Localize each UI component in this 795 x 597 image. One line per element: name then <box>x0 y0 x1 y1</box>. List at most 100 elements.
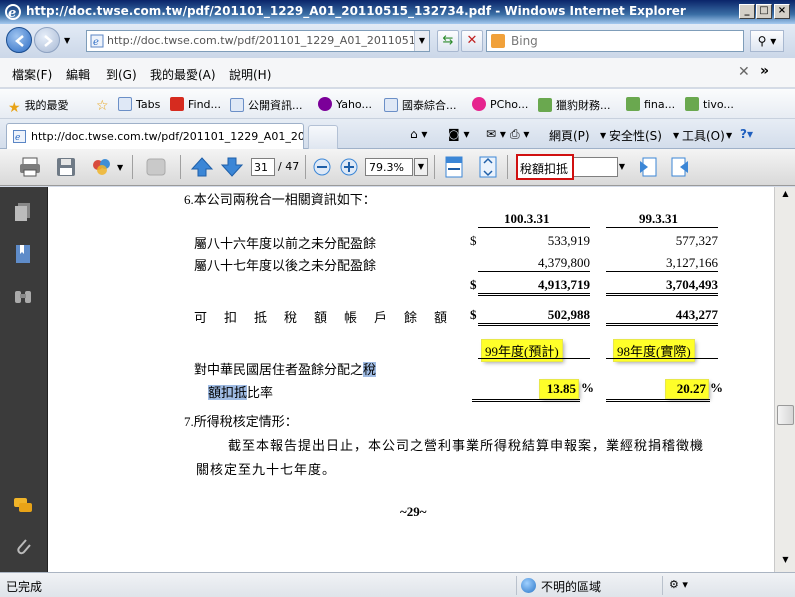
previous-page-icon[interactable] <box>190 155 214 179</box>
comments-icon[interactable] <box>12 495 34 517</box>
bookmarks-panel-icon[interactable] <box>12 243 34 265</box>
page-number-input[interactable]: 31 <box>251 158 275 176</box>
find-next-icon[interactable] <box>668 155 692 179</box>
tools-menu[interactable]: 工具(O) <box>682 127 725 144</box>
menu-file[interactable]: 檔案(F) <box>12 66 52 83</box>
fit-width-icon[interactable] <box>442 155 466 179</box>
row-86-value-100: 533,919 <box>547 233 590 248</box>
pdf-document-page: 6.本公司兩稅合一相關資訊如下： 100.3.31 99.3.31 屬八十六年度… <box>48 187 774 572</box>
tab-pdf[interactable]: e http://doc.twse.com.tw/pdf/201101_1229… <box>6 123 304 149</box>
save-icon[interactable] <box>54 155 78 179</box>
find-input-extension[interactable] <box>574 157 618 177</box>
forward-button[interactable] <box>34 27 60 53</box>
find-previous-icon[interactable] <box>636 155 660 179</box>
menu-help[interactable]: 說明(H) <box>229 66 271 83</box>
help-icon[interactable]: ?▾ <box>740 127 753 141</box>
find-dropdown[interactable]: ▼ <box>616 157 628 177</box>
section-7-paragraph-line1: 截至本報告提出日止，本公司之營利事業所得稅結算申報案，業經稅捐稽徵機 <box>228 438 705 453</box>
home-icon[interactable]: ⌂ ▾ <box>410 127 427 141</box>
search-match-selection: 稅 <box>363 362 377 377</box>
zoom-dropdown[interactable]: ▼ <box>414 158 428 176</box>
tab-title: http://doc.twse.com.tw/pdf/201101_1229_A… <box>31 130 304 143</box>
scroll-down-arrow-icon[interactable]: ▼ <box>778 555 793 569</box>
close-menu-icon[interactable]: ✕ <box>738 64 750 80</box>
new-tab-button[interactable] <box>308 125 338 149</box>
add-favorite-icon[interactable]: ☆ <box>96 97 113 114</box>
fav-yahoo[interactable]: Yaho... <box>318 97 372 111</box>
vertical-scrollbar[interactable]: ▲ ▼ <box>774 187 795 572</box>
zoom-input[interactable]: 79.3% <box>365 158 413 176</box>
print-icon[interactable] <box>18 155 42 179</box>
column-header-99: 99.3.31 <box>639 211 678 226</box>
zoom-out-icon[interactable] <box>312 157 332 177</box>
address-input[interactable]: e http://doc.twse.com.tw/pdf/201101_1229… <box>86 30 430 52</box>
fit-page-icon[interactable] <box>476 155 500 179</box>
creditable-value-99: 443,277 <box>675 307 718 322</box>
ratio-label-line2: 額扣抵比率 <box>208 385 274 400</box>
stop-button[interactable]: ✕ <box>461 30 483 52</box>
address-dropdown[interactable]: ▼ <box>414 31 429 51</box>
fav-tabs[interactable]: Tabs <box>118 97 160 111</box>
row-86-label: 屬八十六年度以前之未分配盈餘 <box>194 236 377 251</box>
scroll-up-arrow-icon[interactable]: ▲ <box>778 189 793 203</box>
creditable-account-label: 可 扣 抵 稅 額 帳 戶 餘 額 <box>194 310 450 325</box>
svg-text:e: e <box>93 37 99 48</box>
search-icon: ⚲ <box>757 34 767 48</box>
fav-pchome[interactable]: PCho... <box>472 97 528 111</box>
creditable-currency: $ <box>470 307 477 322</box>
fav-cathay[interactable]: 國泰綜合... <box>384 97 457 113</box>
attachments-binoculars-icon[interactable] <box>12 285 34 307</box>
search-input[interactable]: Bing <box>486 30 744 52</box>
fav-mops[interactable]: 公開資訊... <box>230 97 303 113</box>
section-7-heading: 7.所得稅核定情形： <box>184 414 298 429</box>
total-value-100: 4,913,719 <box>538 277 590 292</box>
row-87-value-99: 3,127,166 <box>666 255 718 270</box>
menu-goto[interactable]: 到(G) <box>106 66 137 83</box>
fav-cheetah[interactable]: 獵豹財務... <box>538 97 611 113</box>
history-dropdown[interactable]: ▼ <box>64 36 70 45</box>
mail-icon[interactable]: ✉ ▾ <box>486 127 506 141</box>
chevron-right-icon[interactable]: » <box>760 63 769 79</box>
back-button[interactable] <box>6 27 32 53</box>
search-button[interactable]: ⚲ ▾ <box>750 30 784 52</box>
safety-menu[interactable]: 安全性(S) <box>609 127 662 144</box>
title-bar: e http://doc.twse.com.tw/pdf/201101_1229… <box>0 0 795 24</box>
maximize-button[interactable]: □ <box>756 4 772 19</box>
total-currency: $ <box>470 277 477 292</box>
feeds-icon[interactable]: ◙ ▾ <box>448 127 469 141</box>
share-dropdown[interactable]: ▼ <box>117 163 123 172</box>
pages-panel-icon[interactable] <box>12 201 34 223</box>
zoom-in-icon[interactable] <box>339 157 359 177</box>
row-87-label: 屬八十七年度以後之未分配盈餘 <box>194 258 377 273</box>
globe-icon <box>521 578 536 593</box>
refresh-button[interactable]: ⇆ <box>437 30 459 52</box>
zoom-level-button[interactable]: ⚙ ▾ <box>662 576 722 595</box>
fav-fina[interactable]: fina... <box>626 97 675 111</box>
svg-text:e: e <box>8 6 16 21</box>
minimize-button[interactable]: _ <box>739 4 755 19</box>
column-header-100: 100.3.31 <box>504 211 550 226</box>
sign-icon[interactable] <box>144 155 168 179</box>
attachment-paperclip-icon[interactable] <box>12 535 34 557</box>
back-arrow-icon <box>15 35 24 47</box>
print-icon[interactable]: ⎙ ▾ <box>510 127 529 142</box>
fav-tivo[interactable]: tivo... <box>685 97 734 111</box>
fav-find[interactable]: Find... <box>170 97 221 111</box>
yahoo-icon <box>318 97 332 111</box>
scroll-thumb[interactable] <box>777 405 794 425</box>
menu-favorites[interactable]: 我的最愛(A) <box>150 66 216 83</box>
share-icon[interactable] <box>90 155 114 179</box>
menu-edit[interactable]: 編輯 <box>66 66 90 83</box>
page-icon: e <box>90 34 104 48</box>
page-menu[interactable]: 網頁(P) <box>549 127 590 144</box>
find-input[interactable]: 稅額扣抵 <box>516 154 574 180</box>
ie-page-icon <box>384 98 398 112</box>
next-page-icon[interactable] <box>220 155 244 179</box>
security-zone[interactable]: 不明的區域 <box>516 576 656 595</box>
close-window-button[interactable]: × <box>774 4 790 19</box>
ie-logo-icon: e <box>5 4 21 21</box>
favorites-button[interactable]: ★ 我的最愛 <box>8 97 69 116</box>
forward-arrow-icon <box>44 35 53 47</box>
search-placeholder: Bing <box>511 34 538 48</box>
section-7-paragraph-line2: 關核定至九十七年度。 <box>196 462 337 477</box>
